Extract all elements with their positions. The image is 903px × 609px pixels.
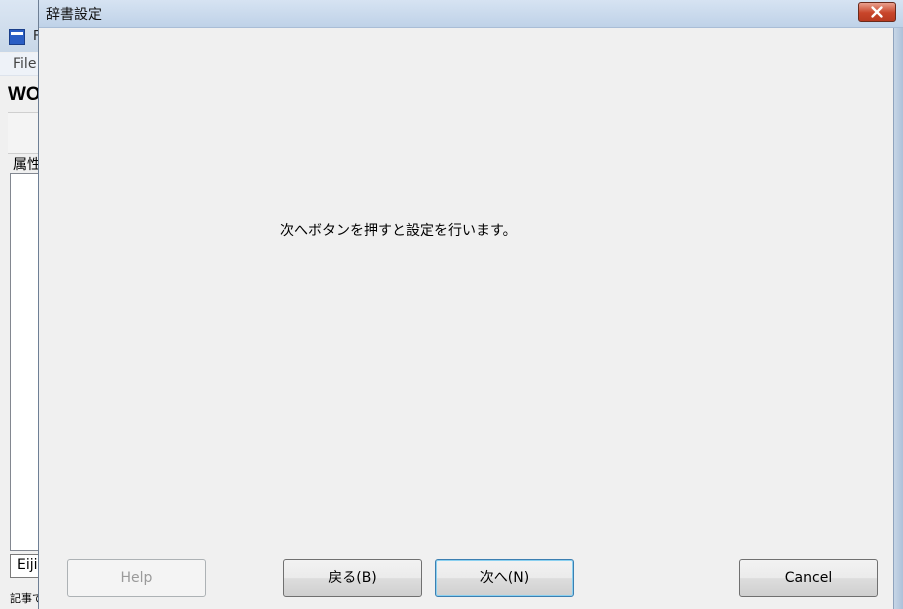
dialog-title: 辞書設定 (46, 7, 102, 23)
dialog-titlebar[interactable]: 辞書設定 (39, 0, 903, 28)
next-button[interactable]: 次へ(N) (435, 559, 574, 597)
back-button[interactable]: 戻る(B) (283, 559, 422, 597)
app-icon (9, 29, 25, 45)
dialog-right-frame (893, 28, 903, 609)
close-icon (871, 6, 883, 18)
attribute-label: 属性 (13, 157, 41, 173)
close-button[interactable] (858, 2, 896, 22)
cancel-button[interactable]: Cancel (739, 559, 878, 597)
dictionary-settings-dialog: 辞書設定 次へボタンを押すと設定を行います。 Help 戻る(B) 次へ(N) … (38, 0, 903, 609)
help-button[interactable]: Help (67, 559, 206, 597)
dialog-body: 次へボタンを押すと設定を行います。 Help 戻る(B) 次へ(N) Cance… (39, 28, 893, 609)
instruction-text: 次へボタンを押すと設定を行います。 (280, 223, 517, 239)
background-header-text: WO (8, 84, 41, 105)
menu-file[interactable]: File (13, 56, 36, 72)
